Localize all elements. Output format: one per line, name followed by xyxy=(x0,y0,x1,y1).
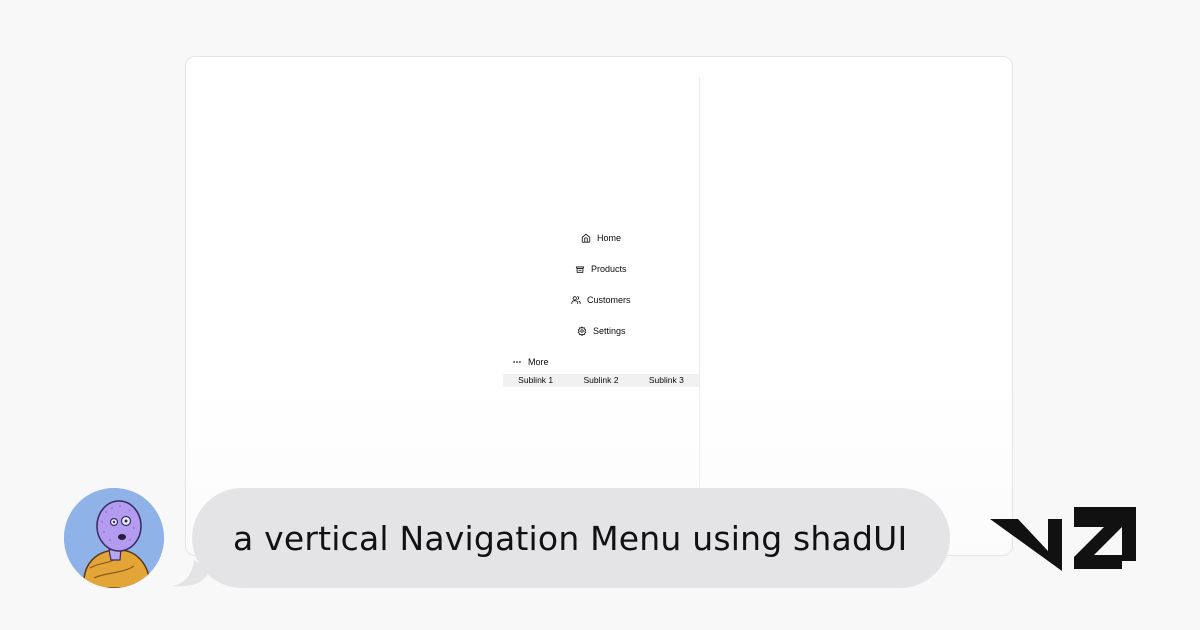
v0-logo-icon xyxy=(990,505,1136,577)
nav-item-products[interactable]: Products xyxy=(575,263,627,275)
users-icon xyxy=(571,295,581,305)
package-icon xyxy=(575,264,585,274)
nav-item-customers[interactable]: Customers xyxy=(571,294,631,306)
nav-item-label: Home xyxy=(597,233,622,243)
sublink-3[interactable]: Sublink 3 xyxy=(634,374,699,387)
nav-item-label: More xyxy=(528,357,549,367)
panel-divider xyxy=(699,77,700,497)
page: Home Products Customers Settings More Su… xyxy=(0,0,1200,630)
sublink-2[interactable]: Sublink 2 xyxy=(568,374,633,387)
home-icon xyxy=(581,233,591,243)
more-horizontal-icon xyxy=(512,357,522,367)
nav-item-home[interactable]: Home xyxy=(581,232,621,244)
nav-item-more[interactable]: More xyxy=(512,356,549,368)
nav-item-label: Products xyxy=(591,264,627,274)
sublink-bar: Sublink 1 Sublink 2 Sublink 3 xyxy=(503,374,699,387)
gear-icon xyxy=(577,326,587,336)
nav-item-label: Customers xyxy=(587,295,631,305)
prompt-bubble: a vertical Navigation Menu using shadUI xyxy=(192,488,950,588)
prompt-text: a vertical Navigation Menu using shadUI xyxy=(233,518,908,558)
user-avatar-icon xyxy=(64,488,164,588)
nav-item-label: Settings xyxy=(593,326,626,336)
nav-item-settings[interactable]: Settings xyxy=(577,325,626,337)
preview-card: Home Products Customers Settings More Su… xyxy=(185,56,1013,556)
sublink-1[interactable]: Sublink 1 xyxy=(503,374,568,387)
